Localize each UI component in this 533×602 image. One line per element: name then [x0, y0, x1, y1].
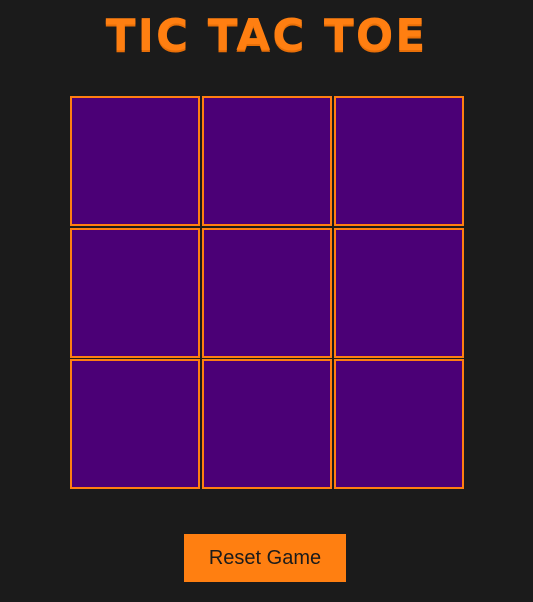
board-cell-3[interactable]	[334, 96, 464, 226]
board-cell-1[interactable]	[70, 96, 200, 226]
board-cell-6[interactable]	[334, 227, 464, 358]
game-board	[70, 96, 464, 489]
board-cell-9[interactable]	[334, 359, 464, 489]
board-cell-8[interactable]	[202, 359, 332, 489]
reset-game-button[interactable]: Reset Game	[184, 534, 346, 582]
board-cell-5[interactable]	[202, 227, 332, 358]
board-cell-4[interactable]	[70, 227, 200, 358]
game-page: TIC TAC TOE Reset Game	[0, 0, 533, 602]
game-title: TIC TAC TOE	[105, 10, 428, 61]
board-cell-2[interactable]	[202, 96, 332, 226]
board-cell-7[interactable]	[70, 359, 200, 489]
